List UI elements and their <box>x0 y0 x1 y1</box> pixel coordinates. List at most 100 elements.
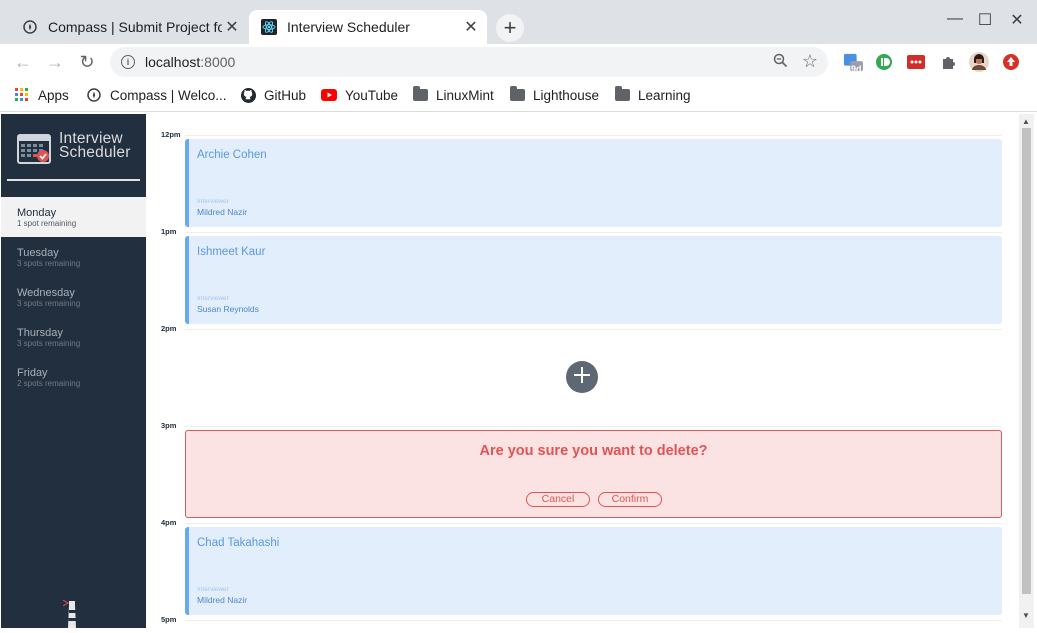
day-wednesday[interactable]: Wednesday 3 spots remaining <box>1 277 146 317</box>
address-bar[interactable]: i localhost:8000 ☆ <box>110 47 828 77</box>
logo-line-2: Scheduler <box>59 144 131 161</box>
hour-divider <box>185 329 1002 330</box>
close-icon[interactable]: ✕ <box>461 17 481 37</box>
app-logo: Interview Scheduler <box>17 131 131 169</box>
time-label: 1pm <box>161 227 177 236</box>
day-thursday[interactable]: Thursday 3 spots remaining <box>1 317 146 357</box>
time-label: 12pm <box>161 130 181 139</box>
day-spots: 1 spot remaining <box>17 219 77 228</box>
bookmark-label: LinuxMint <box>436 87 494 103</box>
day-name: Wednesday <box>17 287 75 299</box>
bookmark-lighthouse[interactable]: Lighthouse <box>509 86 599 103</box>
lastpass-extension-icon[interactable] <box>906 52 926 72</box>
time-label: 3pm <box>161 421 177 430</box>
bookmark-youtube[interactable]: YouTube <box>321 87 398 103</box>
sidebar: Interview Scheduler Monday 1 spot remain… <box>1 114 146 628</box>
profile-avatar[interactable] <box>969 52 989 72</box>
day-name: Thursday <box>17 327 63 339</box>
delete-confirmation: Are you sure you want to delete? Cancel … <box>185 430 1002 518</box>
appointment-card[interactable]: Chad Takahashi Interviewer Mildred Nazir <box>185 527 1002 615</box>
scrollbar-thumb[interactable] <box>1022 128 1031 594</box>
confirm-button[interactable]: Confirm <box>598 492 662 507</box>
maximize-icon[interactable]: ☐ <box>970 10 1000 30</box>
time-label: 2pm <box>161 324 177 333</box>
url-host: localhost <box>145 54 201 70</box>
interviewer-label: Interviewer <box>197 198 229 205</box>
back-icon[interactable]: ← <box>10 50 36 74</box>
day-monday[interactable]: Monday 1 spot remaining <box>1 197 146 237</box>
student-name: Chad Takahashi <box>197 537 280 549</box>
time-label: 4pm <box>161 518 177 527</box>
day-tuesday[interactable]: Tuesday 3 spots remaining <box>1 237 146 277</box>
tab-compass[interactable]: Compass | Submit Project for ✕ <box>10 10 248 44</box>
bookmark-compass[interactable]: Compass | Welco... <box>86 87 227 103</box>
appointment-card[interactable]: Ishmeet Kaur Interviewer Susan Reynolds <box>185 236 1002 324</box>
interviewer-label: Interviewer <box>197 295 229 302</box>
bookmarks-bar: Apps Compass | Welco... GitHub YouTube L… <box>0 80 1037 112</box>
bookmark-label: Apps <box>38 87 69 103</box>
schedule: 12pm Archie Cohen Interviewer Mildred Na… <box>146 114 1019 628</box>
interviewer-name: Mildred Nazir <box>197 595 248 605</box>
hour-divider <box>185 135 1002 136</box>
extension-badge: 9d <box>851 64 862 74</box>
hour-divider <box>185 523 1002 524</box>
day-friday[interactable]: Friday 2 spots remaining <box>1 357 146 397</box>
pushbullet-extension-icon[interactable] <box>874 52 894 72</box>
browser-tab-strip: Compass | Submit Project for ✕ Interview… <box>0 0 1037 44</box>
bookmark-label: GitHub <box>264 87 307 103</box>
folder-icon <box>614 86 630 103</box>
update-icon[interactable] <box>1001 52 1021 72</box>
day-spots: 3 spots remaining <box>17 259 81 268</box>
bookmark-apps[interactable]: Apps <box>14 87 69 103</box>
student-name: Ishmeet Kaur <box>197 246 266 258</box>
scroll-up-icon[interactable]: ▲ <box>1022 117 1030 126</box>
bookmark-label: Learning <box>638 87 691 103</box>
youtube-icon <box>321 87 337 103</box>
day-spots: 3 spots remaining <box>17 339 81 348</box>
forward-icon[interactable]: → <box>42 50 68 74</box>
minimize-icon[interactable]: — <box>940 10 970 28</box>
lighthouse-labs-icon <box>62 598 79 628</box>
folder-icon <box>509 86 525 103</box>
day-name: Monday <box>17 207 57 219</box>
url-port: :8000 <box>200 54 236 70</box>
compass-icon <box>86 87 102 103</box>
close-icon[interactable]: ✕ <box>222 17 242 37</box>
extensions-puzzle-icon[interactable] <box>938 52 958 72</box>
student-name: Archie Cohen <box>197 149 267 161</box>
scroll-down-icon[interactable]: ▼ <box>1022 611 1030 620</box>
interviewer-name: Susan Reynolds <box>197 304 259 314</box>
bookmark-learning[interactable]: Learning <box>614 86 691 103</box>
bookmark-label: YouTube <box>345 87 399 103</box>
page-scrollbar[interactable]: ▲ ▼ <box>1019 114 1034 628</box>
info-icon[interactable]: i <box>121 55 135 69</box>
hour-divider <box>185 232 1002 233</box>
add-appointment-button[interactable] <box>566 361 598 393</box>
day-spots: 3 spots remaining <box>17 299 81 308</box>
folder-icon <box>412 86 428 103</box>
sidebar-divider <box>7 179 140 181</box>
apps-grid-icon <box>14 87 30 103</box>
cancel-button[interactable]: Cancel <box>526 492 590 507</box>
github-icon <box>240 87 256 103</box>
window-close-icon[interactable]: ✕ <box>1002 10 1032 30</box>
bookmark-label: Compass | Welco... <box>110 87 227 103</box>
tab-title: Compass | Submit Project for <box>48 19 222 35</box>
interviewer-label: Interviewer <box>197 586 229 593</box>
appointment-card[interactable]: Archie Cohen Interviewer Mildred Nazir <box>185 139 1002 227</box>
reload-icon[interactable]: ↻ <box>74 50 100 74</box>
tab-title: Interview Scheduler <box>287 19 410 35</box>
compass-icon <box>22 19 38 35</box>
new-tab-button[interactable]: + <box>496 14 524 42</box>
tab-interview-scheduler[interactable]: Interview Scheduler ✕ <box>249 10 487 44</box>
plus-icon <box>573 366 591 389</box>
react-icon <box>261 19 277 35</box>
hour-divider <box>185 426 1002 427</box>
bookmark-star-icon[interactable]: ☆ <box>802 51 818 72</box>
bookmark-github[interactable]: GitHub <box>240 87 306 103</box>
day-spots: 2 spots remaining <box>17 379 81 388</box>
bookmark-linuxmint[interactable]: LinuxMint <box>412 86 494 103</box>
zoom-icon[interactable] <box>773 53 788 72</box>
day-name: Friday <box>17 367 48 379</box>
time-label: 5pm <box>161 615 177 624</box>
